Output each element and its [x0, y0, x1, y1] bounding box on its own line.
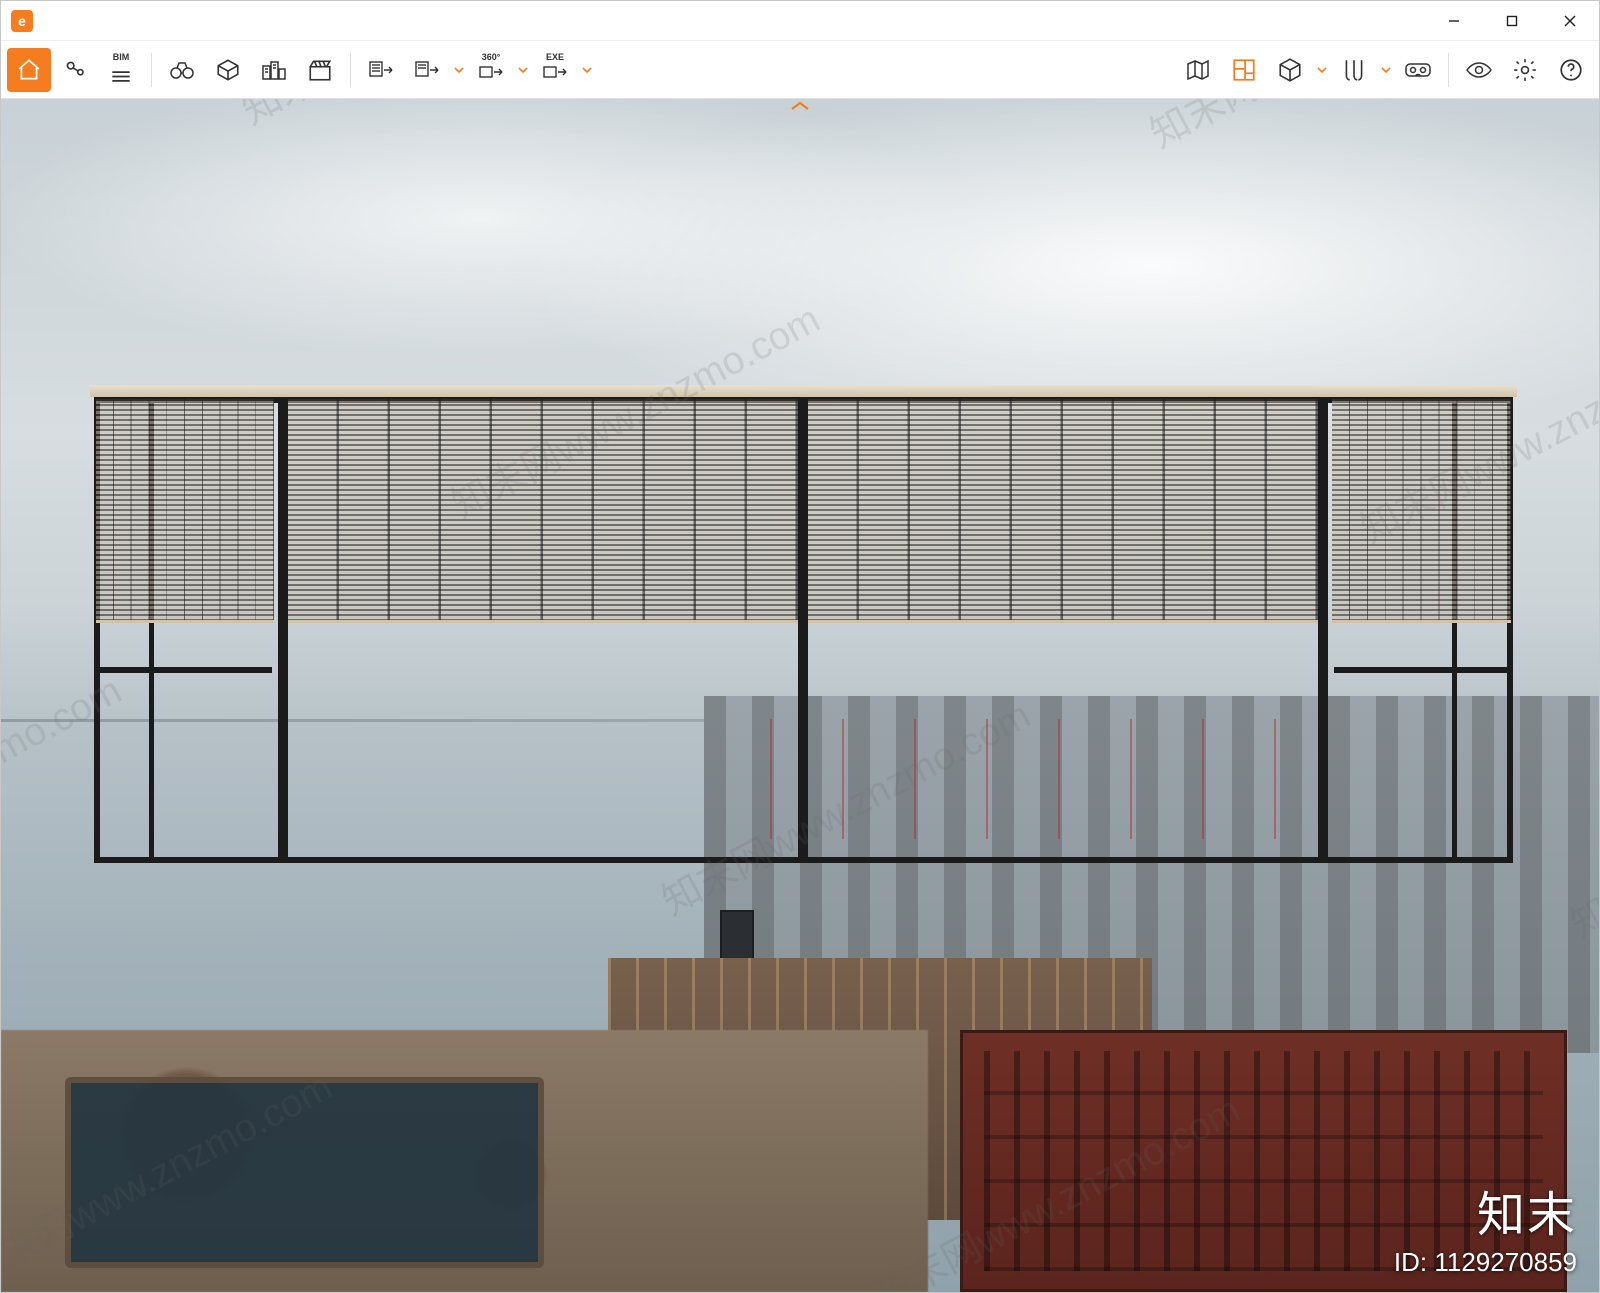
- credit-id-label: ID:: [1394, 1247, 1427, 1277]
- main-toolbar: BIM: [1, 41, 1599, 99]
- model-side-divider: [100, 667, 272, 673]
- window-close-button[interactable]: [1541, 1, 1599, 41]
- window-minimize-button[interactable]: [1425, 1, 1483, 41]
- expand-toolbar-handle[interactable]: [786, 99, 814, 113]
- model-blind: [808, 399, 1318, 622]
- visibility-button[interactable]: [1457, 48, 1501, 92]
- export-model-a-button[interactable]: [359, 48, 403, 92]
- model-blind: [1332, 399, 1510, 622]
- map-panel-button[interactable]: [1176, 48, 1220, 92]
- curtain-dropdown[interactable]: [1378, 65, 1394, 75]
- export-exe-label: EXE: [546, 52, 564, 62]
- 3d-cube-button[interactable]: [1268, 48, 1312, 92]
- viewport-3d[interactable]: 知末网www.znzmo.com 知末网www.znzmo.com 知末网www…: [1, 99, 1599, 1292]
- buildings-button[interactable]: [252, 48, 296, 92]
- settings-button[interactable]: [1503, 48, 1547, 92]
- window-controls: [1425, 1, 1599, 41]
- model-mullion: [798, 397, 808, 862]
- export-model-b-button[interactable]: [405, 48, 449, 92]
- credit-id: ID: 1129270859: [1394, 1247, 1577, 1278]
- credit-block: 知末 ID: 1129270859: [1394, 1175, 1577, 1278]
- model-mullion: [1318, 397, 1328, 862]
- credit-brand: 知末: [1394, 1175, 1577, 1245]
- export-exe-button[interactable]: EXE: [533, 48, 577, 92]
- credit-id-value: 1129270859: [1434, 1247, 1577, 1277]
- toolbar-separator: [1448, 53, 1449, 87]
- floorplan-button[interactable]: [1222, 48, 1266, 92]
- cube-dropdown[interactable]: [1314, 65, 1330, 75]
- binoculars-button[interactable]: [160, 48, 204, 92]
- export-360-button[interactable]: 360°: [469, 48, 513, 92]
- background-dockpool: [65, 1077, 544, 1268]
- export-360-label: 360°: [482, 52, 501, 62]
- model-side-divider: [1334, 667, 1506, 673]
- window-model[interactable]: [94, 397, 1513, 862]
- curtain-button[interactable]: [1332, 48, 1376, 92]
- sheet-view-button[interactable]: [206, 48, 250, 92]
- animation-button[interactable]: [298, 48, 342, 92]
- titlebar[interactable]: e: [1, 1, 1599, 41]
- model-blind: [288, 399, 798, 622]
- home-button[interactable]: [7, 48, 51, 92]
- export-exe-dropdown[interactable]: [579, 65, 595, 75]
- bim-label: BIM: [113, 52, 130, 62]
- model-blind: [96, 399, 274, 622]
- toolbar-separator: [151, 53, 152, 87]
- app-icon: e: [11, 10, 33, 32]
- window-maximize-button[interactable]: [1483, 1, 1541, 41]
- help-button[interactable]: [1549, 48, 1593, 92]
- anchor-pin-button[interactable]: [53, 48, 97, 92]
- export-360-dropdown[interactable]: [515, 65, 531, 75]
- bim-button[interactable]: BIM: [99, 48, 143, 92]
- app-window: e BIM: [0, 0, 1600, 1293]
- model-mullion: [278, 397, 288, 862]
- app-icon-letter: e: [18, 13, 26, 29]
- vr-headset-button[interactable]: [1396, 48, 1440, 92]
- toolbar-separator: [350, 53, 351, 87]
- model-top-cap: [90, 385, 1517, 397]
- export-b-dropdown[interactable]: [451, 65, 467, 75]
